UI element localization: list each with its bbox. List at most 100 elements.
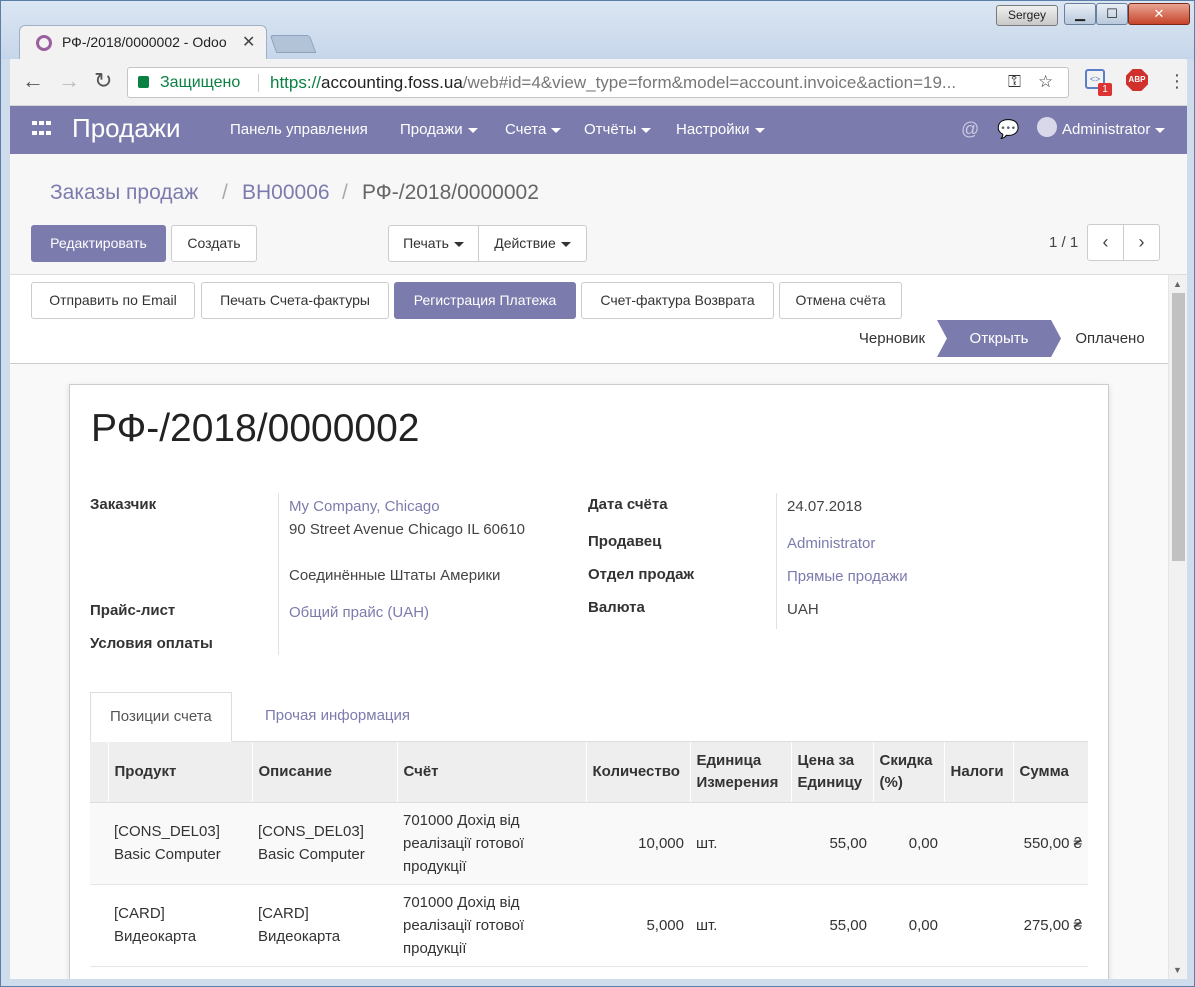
tab-close-icon[interactable]: ✕: [242, 32, 255, 52]
caret-down-icon: [1155, 127, 1166, 133]
menu-sales[interactable]: Продажи: [400, 121, 478, 138]
adblock-icon[interactable]: ABP: [1126, 69, 1148, 91]
control-panel: Заказы продаж / ВН00006 / РФ-/2018/00000…: [10, 154, 1187, 275]
send-email-button[interactable]: Отправить по Email: [31, 282, 195, 319]
column-header-description[interactable]: Описание: [251, 742, 397, 803]
menu-reports[interactable]: Отчёты: [584, 121, 652, 138]
column-header-uom[interactable]: Единица Измерения: [689, 742, 791, 803]
edit-button[interactable]: Редактировать: [31, 225, 166, 262]
mention-icon[interactable]: @: [961, 119, 979, 140]
cell-uom: шт.: [690, 802, 791, 885]
breadcrumb-sales-orders[interactable]: Заказы продаж: [50, 181, 198, 205]
minimize-button[interactable]: ▁: [1064, 3, 1096, 25]
tab-invoice-lines[interactable]: Позиции счета: [90, 692, 232, 742]
pager-next-icon[interactable]: ›: [1123, 224, 1160, 261]
user-menu[interactable]: Administrator: [1062, 121, 1166, 138]
user-name: Administrator: [1062, 121, 1151, 138]
sales-team-link[interactable]: Прямые продажи: [787, 568, 908, 585]
cell-quantity: 5,000: [586, 884, 690, 967]
register-payment-button[interactable]: Регистрация Платежа: [394, 282, 576, 319]
browser-tab[interactable]: РФ-/2018/0000002 - Odoo ✕: [19, 25, 267, 59]
print-dropdown[interactable]: Печать: [388, 225, 479, 262]
breadcrumb-current: РФ-/2018/0000002: [362, 181, 539, 204]
cell-account: 701000 Дохід від реалізації готової прод…: [397, 802, 586, 885]
cancel-invoice-button[interactable]: Отмена счёта: [779, 282, 902, 319]
profile-button[interactable]: Sergey: [996, 5, 1058, 26]
tab-title: РФ-/2018/0000002 - Odoo: [62, 34, 227, 50]
cell-description: [CONS_DEL03] Basic Computer: [252, 802, 397, 885]
table-row[interactable]: [CARD] Видеокарта [CARD] Видеокарта 7010…: [90, 884, 1088, 967]
browser-toolbar: ← → ↻ Защищено https://accounting.foss.u…: [10, 59, 1187, 106]
column-header-quantity[interactable]: Количество: [585, 742, 690, 803]
scroll-down-icon[interactable]: ▼: [1173, 965, 1182, 975]
field-divider: [776, 493, 777, 629]
action-dropdown[interactable]: Действие: [478, 225, 587, 262]
menu-settings[interactable]: Настройки: [676, 121, 765, 138]
url-path: /web#id=4&view_type=form&model=account.i…: [462, 73, 957, 92]
forward-arrow-icon[interactable]: →: [58, 70, 80, 92]
cell-subtotal: 550,00 ₴: [1013, 802, 1088, 885]
table-row[interactable]: [CONS_DEL03] Basic Computer [CONS_DEL03]…: [90, 802, 1088, 885]
menu-invoices-label: Счета: [505, 121, 547, 138]
print-invoice-button[interactable]: Печать Счета-фактуры: [201, 282, 389, 319]
pager-previous-icon[interactable]: ‹: [1087, 224, 1124, 261]
menu-settings-label: Настройки: [676, 121, 750, 138]
column-header-account[interactable]: Счёт: [396, 742, 586, 803]
stage-open: Открыть: [937, 320, 1061, 357]
column-header-subtotal[interactable]: Сумма: [1012, 742, 1088, 803]
invoice-date: 24.07.2018: [787, 498, 863, 515]
scroll-up-icon[interactable]: ▲: [1173, 279, 1182, 289]
menu-reports-label: Отчёты: [584, 121, 637, 138]
currency-value: UAH: [787, 601, 819, 618]
cell-subtotal: 275,00 ₴: [1013, 884, 1088, 967]
url-scheme: https://: [270, 73, 322, 92]
main-navbar: Продажи Панель управления Продажи Счета …: [10, 106, 1187, 154]
url-text[interactable]: https://accounting.foss.ua/web#id=4&view…: [270, 73, 1005, 93]
tab-other-info[interactable]: Прочая информация: [246, 692, 429, 742]
field-divider: [278, 493, 279, 655]
address-bar[interactable]: Защищено https://accounting.foss.ua/web#…: [127, 67, 1069, 98]
divider: [258, 74, 259, 92]
customer-name-link[interactable]: My Company, Chicago: [289, 498, 440, 515]
avatar[interactable]: [1037, 117, 1057, 137]
cell-unit-price: 55,00: [791, 802, 873, 885]
column-header-taxes[interactable]: Налоги: [943, 742, 1013, 803]
back-arrow-icon[interactable]: ←: [22, 70, 44, 92]
reload-icon[interactable]: ↻: [94, 70, 112, 92]
scrollbar-thumb[interactable]: [1172, 293, 1185, 561]
column-header-discount[interactable]: Скидка (%): [872, 742, 944, 803]
key-icon[interactable]: ⚿: [1008, 72, 1021, 92]
salesperson-link[interactable]: Administrator: [787, 535, 875, 552]
chat-icon[interactable]: 💬: [997, 119, 1019, 140]
menu-dashboard[interactable]: Панель управления: [230, 121, 368, 138]
maximize-button[interactable]: ☐: [1096, 3, 1128, 25]
pricelist-link[interactable]: Общий прайс (UAH): [289, 604, 429, 621]
create-button[interactable]: Создать: [171, 225, 257, 262]
cell-taxes: [944, 884, 1013, 967]
cell-discount: 0,00: [873, 884, 944, 967]
invoice-date-label: Дата счёта: [588, 496, 668, 513]
page-scrollbar[interactable]: ▲ ▼: [1168, 275, 1187, 979]
breadcrumb-separator: /: [342, 181, 348, 204]
invoice-lines-table: Продукт Описание Счёт Количество Единица…: [90, 742, 1088, 967]
refund-invoice-button[interactable]: Счет-фактура Возврата: [581, 282, 774, 319]
form-statusbar: Отправить по Email Печать Счета-фактуры …: [10, 275, 1168, 364]
close-window-button[interactable]: ✕: [1128, 3, 1190, 25]
caret-down-icon: [754, 127, 765, 133]
form-sheet: РФ-/2018/0000002 Заказчик My Company, Ch…: [69, 384, 1109, 979]
cell-account: 701000 Дохід від реалізації готової прод…: [397, 884, 586, 967]
apps-grid-icon[interactable]: [32, 121, 52, 139]
column-header-unit-price[interactable]: Цена за Единицу: [790, 742, 873, 803]
cell-product: [CARD] Видеокарта: [108, 884, 252, 967]
menu-sales-label: Продажи: [400, 121, 463, 138]
star-icon[interactable]: ☆: [1038, 72, 1053, 92]
url-host: accounting.foss.ua: [321, 73, 463, 92]
customer-label: Заказчик: [90, 496, 157, 513]
column-header-product[interactable]: Продукт: [107, 742, 252, 803]
browser-menu-icon[interactable]: ⋮: [1168, 71, 1186, 92]
menu-invoices[interactable]: Счета: [505, 121, 562, 138]
new-tab-button[interactable]: [269, 35, 317, 53]
cell-taxes: [944, 802, 1013, 885]
breadcrumb-order[interactable]: ВН00006: [242, 181, 330, 205]
caret-down-icon: [453, 241, 464, 247]
